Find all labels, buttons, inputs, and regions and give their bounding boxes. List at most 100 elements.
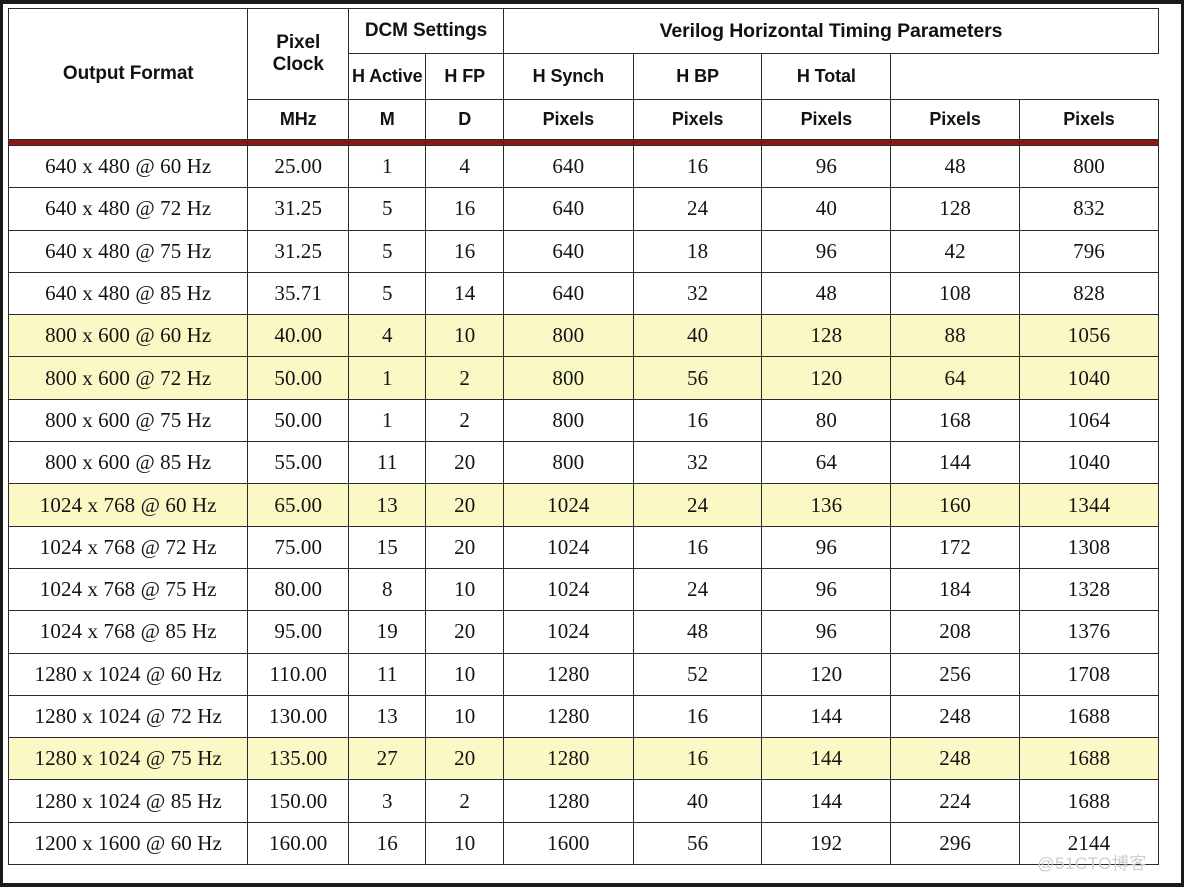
cell-pixel-clock-mhz: 130.00 xyxy=(247,694,350,739)
cell-h-synch: 144 xyxy=(761,737,892,781)
cell-output-format: 1280 x 1024 @ 72 Hz xyxy=(7,694,249,739)
cell-dcm-d: 2 xyxy=(425,356,504,400)
cell-dcm-d: 20 xyxy=(425,525,504,569)
cell-h-bp: 48 xyxy=(890,144,1021,189)
cell-dcm-m: 5 xyxy=(348,229,427,273)
cell-pixel-clock-mhz: 150.00 xyxy=(247,779,350,823)
cell-h-active: 1600 xyxy=(502,821,634,866)
cell-h-synch: 96 xyxy=(761,144,892,189)
cell-dcm-m: 19 xyxy=(348,610,427,654)
cell-dcm-m: 13 xyxy=(348,483,427,527)
cell-dcm-m: 11 xyxy=(348,652,427,696)
cell-h-active: 640 xyxy=(502,144,634,189)
cell-h-total: 1328 xyxy=(1019,567,1159,612)
cell-h-fp: 24 xyxy=(632,567,763,612)
cell-h-fp: 40 xyxy=(632,779,763,823)
cell-pixel-clock-mhz: 50.00 xyxy=(247,356,350,400)
cell-h-synch: 96 xyxy=(761,567,892,612)
cell-h-bp: 168 xyxy=(890,398,1021,443)
cell-dcm-m: 16 xyxy=(348,821,427,866)
cell-dcm-d: 2 xyxy=(425,398,504,443)
cell-output-format: 1024 x 768 @ 75 Hz xyxy=(7,567,249,612)
table-row: 1280 x 1024 @ 75 Hz 135.00 27 20 1280 16 144 24… xyxy=(7,737,1159,781)
cell-dcm-m: 27 xyxy=(348,737,427,781)
cell-h-bp: 108 xyxy=(890,271,1021,316)
header-dcm-settings: DCM Settings xyxy=(348,8,504,54)
cell-dcm-m: 4 xyxy=(348,314,427,358)
cell-h-bp: 184 xyxy=(890,567,1021,612)
cell-h-active: 1024 xyxy=(502,525,634,569)
header-h-active: H Active xyxy=(348,53,427,100)
cell-dcm-d: 10 xyxy=(425,652,504,696)
table-row: 640 x 480 @ 60 Hz 25.00 1 4 640 16 96 48 800 xyxy=(7,144,1159,189)
cell-h-bp: 88 xyxy=(890,314,1021,358)
cell-h-bp: 42 xyxy=(890,229,1021,273)
unit-mhz: MHz xyxy=(247,99,350,140)
table-row: 800 x 600 @ 75 Hz 50.00 1 2 800 16 80 168 1064 xyxy=(7,398,1159,443)
cell-dcm-m: 13 xyxy=(348,694,427,739)
header-h-synch: H Synch xyxy=(502,53,634,100)
cell-h-total: 828 xyxy=(1019,271,1159,316)
table-header: Output Format Pixel Clock DCM Settings V… xyxy=(7,8,1160,146)
cell-h-total: 1376 xyxy=(1019,610,1159,654)
cell-h-total: 1308 xyxy=(1019,525,1159,569)
unit-pixels-h-total: Pixels xyxy=(1019,99,1159,140)
cell-h-synch: 48 xyxy=(761,271,892,316)
cell-h-fp: 56 xyxy=(632,821,763,866)
cell-h-active: 1280 xyxy=(502,652,634,696)
cell-dcm-d: 10 xyxy=(425,694,504,739)
cell-h-total: 832 xyxy=(1019,187,1159,231)
cell-h-active: 1280 xyxy=(502,737,634,781)
unit-pixels-h-active: Pixels xyxy=(502,99,634,140)
cell-output-format: 640 x 480 @ 85 Hz xyxy=(7,271,249,316)
unit-d: D xyxy=(425,99,504,140)
cell-h-synch: 40 xyxy=(761,187,892,231)
table-row: 1280 x 1024 @ 60 Hz 110.00 11 10 1280 52 120 25… xyxy=(7,652,1159,696)
cell-h-synch: 96 xyxy=(761,525,892,569)
cell-h-active: 800 xyxy=(502,441,634,485)
cell-h-fp: 16 xyxy=(632,525,763,569)
cell-dcm-d: 16 xyxy=(425,187,504,231)
cell-pixel-clock-mhz: 95.00 xyxy=(247,610,350,654)
cell-dcm-m: 1 xyxy=(348,356,427,400)
cell-pixel-clock-mhz: 110.00 xyxy=(247,652,350,696)
cell-h-fp: 32 xyxy=(632,441,763,485)
cell-h-total: 1688 xyxy=(1019,779,1159,823)
cell-output-format: 800 x 600 @ 60 Hz xyxy=(7,314,249,358)
cell-h-active: 1024 xyxy=(502,567,634,612)
cell-output-format: 1200 x 1600 @ 60 Hz xyxy=(7,821,249,866)
cell-dcm-d: 14 xyxy=(425,271,504,316)
cell-pixel-clock-mhz: 65.00 xyxy=(247,483,350,527)
cell-pixel-clock-mhz: 25.00 xyxy=(247,144,350,189)
cell-pixel-clock-mhz: 31.25 xyxy=(247,187,350,231)
cell-dcm-m: 1 xyxy=(348,398,427,443)
header-output-format: Output Format xyxy=(7,8,249,140)
cell-h-total: 1040 xyxy=(1019,441,1159,485)
cell-dcm-d: 20 xyxy=(425,737,504,781)
cell-h-bp: 248 xyxy=(890,694,1021,739)
header-h-total: H Total xyxy=(761,53,892,100)
cell-dcm-d: 10 xyxy=(425,821,504,866)
cell-h-total: 1064 xyxy=(1019,398,1159,443)
cell-dcm-d: 2 xyxy=(425,779,504,823)
cell-h-bp: 172 xyxy=(890,525,1021,569)
cell-h-bp: 160 xyxy=(890,483,1021,527)
cell-pixel-clock-mhz: 160.00 xyxy=(247,821,350,866)
cell-h-synch: 80 xyxy=(761,398,892,443)
cell-h-fp: 16 xyxy=(632,737,763,781)
cell-h-active: 1024 xyxy=(502,610,634,654)
cell-h-bp: 208 xyxy=(890,610,1021,654)
table-body: 640 x 480 @ 60 Hz 25.00 1 4 640 16 96 48 800 640 … xyxy=(7,144,1159,866)
cell-h-bp: 144 xyxy=(890,441,1021,485)
cell-h-fp: 16 xyxy=(632,144,763,189)
cell-output-format: 1280 x 1024 @ 85 Hz xyxy=(7,779,249,823)
cell-dcm-m: 3 xyxy=(348,779,427,823)
cell-h-fp: 32 xyxy=(632,271,763,316)
header-h-fp: H FP xyxy=(425,53,504,100)
cell-h-total: 2144 xyxy=(1019,821,1159,866)
header-pixel-clock: Pixel Clock xyxy=(247,8,350,100)
cell-pixel-clock-mhz: 135.00 xyxy=(247,737,350,781)
cell-h-total: 1040 xyxy=(1019,356,1159,400)
unit-m: M xyxy=(348,99,427,140)
cell-h-bp: 296 xyxy=(890,821,1021,866)
